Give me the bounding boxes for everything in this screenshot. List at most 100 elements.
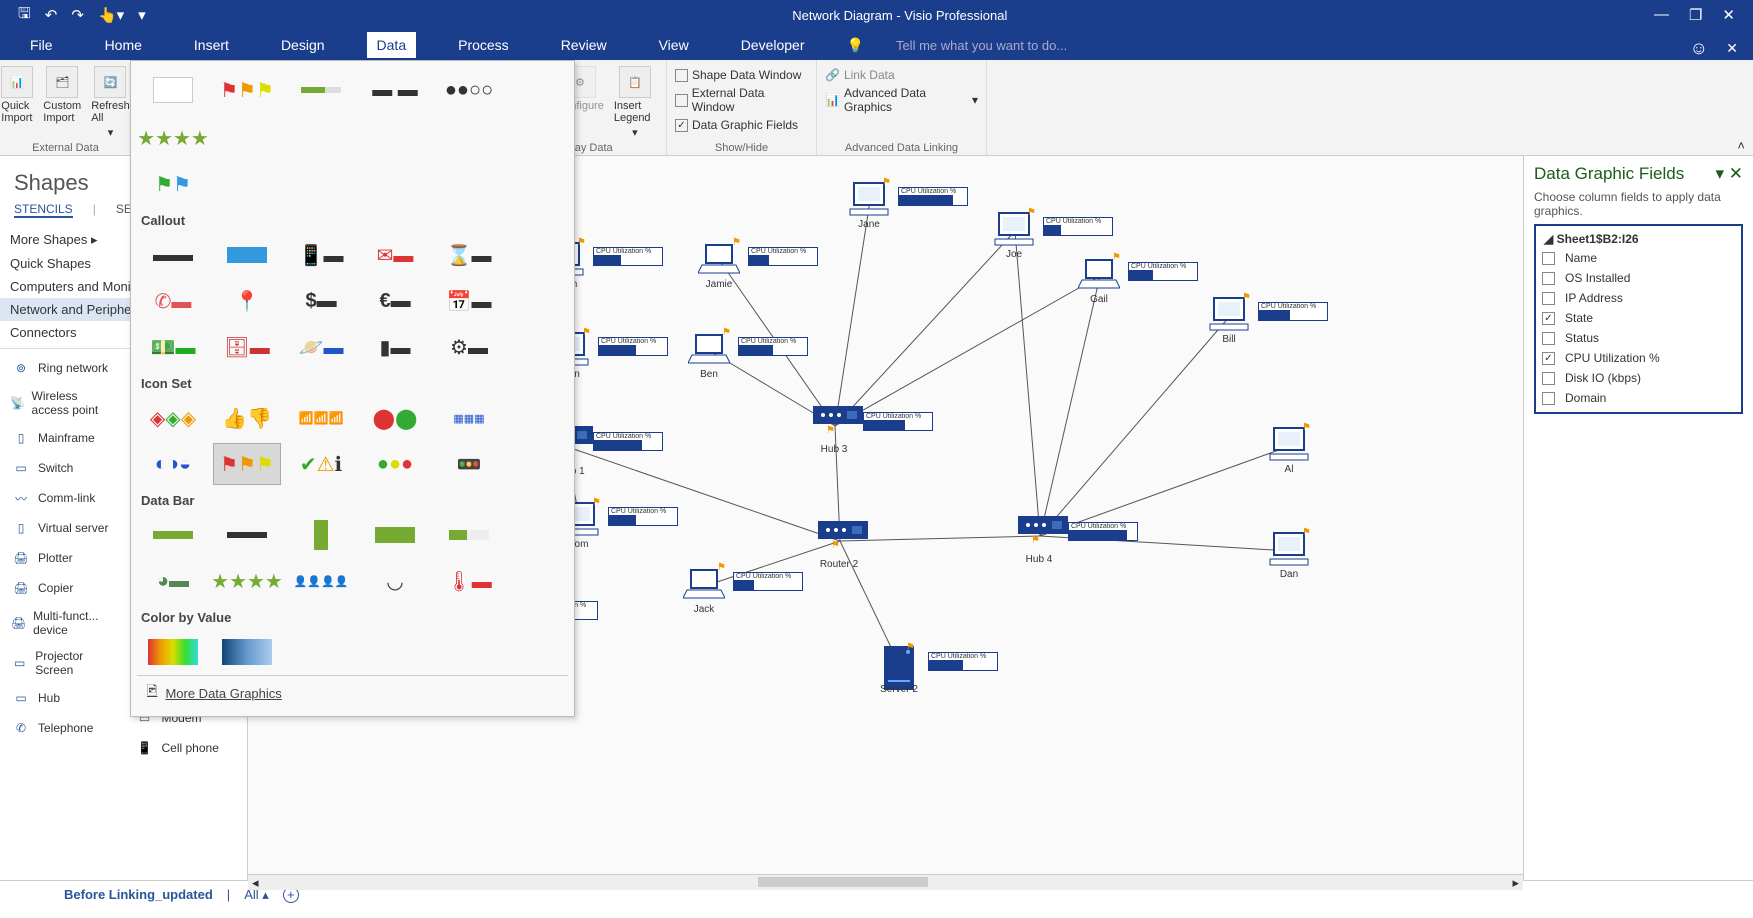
node-joe[interactable]: ⚑Joe	[993, 211, 1035, 260]
tab-data[interactable]: Data	[367, 32, 417, 58]
link-data-button[interactable]: 🔗 Link Data	[825, 66, 895, 84]
iconset-traffic[interactable]: ●●●	[361, 443, 429, 485]
iconset-shields[interactable]: ◈◈◈	[139, 397, 207, 439]
iconset-status[interactable]: ✔⚠ℹ	[287, 443, 355, 485]
shape-cellphone[interactable]: 📱Cell phone	[124, 733, 248, 763]
collapse-ribbon-icon[interactable]: ˄	[1737, 138, 1745, 153]
iconset-pies[interactable]: ◐◑◒	[139, 443, 207, 485]
databar-3[interactable]	[287, 514, 355, 556]
colorby-blues[interactable]	[213, 631, 281, 673]
databar-1[interactable]	[139, 514, 207, 556]
tell-me-search[interactable]: Tell me what you want to do...	[896, 38, 1067, 53]
shape-data-window-check[interactable]: Shape Data Window	[675, 66, 801, 84]
page-tab[interactable]: Before Linking_updated	[64, 887, 213, 902]
iconset-thumbs[interactable]: 👍👎	[213, 397, 281, 439]
node-al[interactable]: ⚑Al	[1268, 426, 1310, 475]
node-hub3[interactable]: ⚑Hub 3	[813, 406, 855, 455]
shape-mainframe[interactable]: ▯Mainframe	[0, 423, 124, 453]
callout-phone[interactable]: 📱▬	[287, 234, 355, 276]
gallery-item-bar1[interactable]	[287, 69, 355, 111]
callout-euro[interactable]: €▬	[361, 280, 429, 322]
node-bill[interactable]: ⚑Bill	[1208, 296, 1250, 345]
dgf-field-state[interactable]: ✓State	[1540, 308, 1737, 328]
dgf-field-cpu-utilization-[interactable]: ✓CPU Utilization %	[1540, 348, 1737, 368]
iconset-flags-selected[interactable]: ⚑⚑⚑	[213, 443, 281, 485]
dgf-field-name[interactable]: Name	[1540, 248, 1737, 268]
databar-pie[interactable]: ◕▬	[139, 560, 207, 602]
shape-copier[interactable]: 🖨Copier	[0, 573, 124, 603]
tab-review[interactable]: Review	[551, 32, 617, 58]
tab-insert[interactable]: Insert	[184, 32, 239, 58]
tab-design[interactable]: Design	[271, 32, 335, 58]
callout-money[interactable]: 💵▬	[139, 326, 207, 368]
minimize-icon[interactable]: —	[1654, 6, 1669, 24]
tab-process[interactable]: Process	[448, 32, 519, 58]
databar-5[interactable]	[435, 514, 503, 556]
node-router2[interactable]: ⚑Router 2	[818, 521, 860, 570]
tab-home[interactable]: Home	[95, 32, 152, 58]
shape-wireless-ap[interactable]: 📡Wireless access point	[0, 383, 124, 423]
node-hub4[interactable]: ⚑Hub 4	[1018, 516, 1060, 565]
insert-legend-button[interactable]: 📋Insert Legend▾	[612, 64, 658, 141]
node-dan[interactable]: ⚑Dan	[1268, 531, 1310, 580]
close-ribbon-icon[interactable]: ✕	[1726, 40, 1738, 57]
shape-virtual-server[interactable]: ▯Virtual server	[0, 513, 124, 543]
shape-ring-network[interactable]: ⊚Ring network	[0, 353, 124, 383]
databar-2[interactable]	[213, 514, 281, 556]
gallery-item-none[interactable]	[139, 69, 207, 111]
iconset-toggle[interactable]: ⬤⬤	[361, 397, 429, 439]
iconset-wifi[interactable]: 📶📶📶	[287, 397, 355, 439]
quick-import-button[interactable]: 📊Quick Import	[0, 64, 35, 126]
dgf-dropdown-icon[interactable]: ▾	[1715, 164, 1724, 183]
close-icon[interactable]: ✕	[1722, 6, 1735, 24]
callout-call[interactable]: ✆▬	[139, 280, 207, 322]
callout-server[interactable]: ▮▬	[361, 326, 429, 368]
shape-telephone[interactable]: ✆Telephone	[0, 713, 124, 743]
custom-import-button[interactable]: 🗂Custom Import	[41, 64, 83, 126]
callout-text[interactable]: ▬▬	[139, 234, 207, 276]
databar-people[interactable]: 👤👤👤👤	[287, 560, 355, 602]
callout-calendar[interactable]: 📅▬	[435, 280, 503, 322]
tab-stencils[interactable]: STENCILS	[14, 202, 73, 218]
colorby-rainbow[interactable]	[139, 631, 207, 673]
dgf-field-os-installed[interactable]: OS Installed	[1540, 268, 1737, 288]
node-ben[interactable]: ⚑Ben	[688, 331, 730, 380]
touch-icon[interactable]: 👆▾	[98, 6, 124, 24]
callout-dollar[interactable]: $▬	[287, 280, 355, 322]
gallery-item-dots[interactable]: ●●○○	[435, 69, 503, 111]
redo-icon[interactable]: ↷	[71, 6, 84, 24]
callout-planet[interactable]: 🪐▬	[287, 326, 355, 368]
callout-fill[interactable]	[213, 234, 281, 276]
refresh-all-button[interactable]: 🔄Refresh All▾	[89, 64, 132, 141]
iconset-grid[interactable]: ▦▦▦	[435, 397, 503, 439]
iconset-lights[interactable]: 🚥	[435, 443, 503, 485]
tab-file[interactable]: File	[20, 32, 63, 58]
gallery-item-flags2[interactable]: ⚑⚑	[139, 163, 207, 205]
qat-more-icon[interactable]: ▾	[138, 6, 146, 24]
restore-icon[interactable]: ❐	[1689, 6, 1702, 24]
databar-stars[interactable]: ★★★★	[213, 560, 281, 602]
data-graphic-fields-check[interactable]: ✓Data Graphic Fields	[675, 116, 798, 134]
node-gail[interactable]: ⚑Gail	[1078, 256, 1120, 305]
callout-pin[interactable]: 📍	[213, 280, 281, 322]
node-server2[interactable]: ⚑Server 2	[878, 646, 920, 695]
external-data-window-check[interactable]: External Data Window	[675, 84, 808, 116]
gallery-item-stars[interactable]: ★★★★	[139, 117, 207, 159]
dgf-source[interactable]: ◢ Sheet1$B2:I26	[1540, 230, 1737, 248]
gallery-item-bar2[interactable]: ▬ ▬	[361, 69, 429, 111]
node-jamie[interactable]: ⚑Jamie	[698, 241, 740, 290]
node-jane[interactable]: ⚑Jane	[848, 181, 890, 230]
callout-mail[interactable]: ✉▬	[361, 234, 429, 276]
tab-view[interactable]: View	[649, 32, 699, 58]
undo-icon[interactable]: ↶	[45, 6, 58, 24]
callout-hourglass[interactable]: ⌛▬	[435, 234, 503, 276]
node-jack[interactable]: ⚑Jack	[683, 566, 725, 615]
shape-plotter[interactable]: 🖨Plotter	[0, 543, 124, 573]
save-icon[interactable]: 🖫	[18, 3, 31, 28]
shape-switch[interactable]: ▭Switch	[0, 453, 124, 483]
callout-database[interactable]: 🗄▬	[213, 326, 281, 368]
shape-hub[interactable]: ▭Hub	[0, 683, 124, 713]
databar-gauge[interactable]: ◡	[361, 560, 429, 602]
more-data-graphics-link[interactable]: 🖻 More Data Graphics	[137, 675, 568, 710]
shape-multifunction[interactable]: 🖨Multi-funct... device	[0, 603, 124, 643]
